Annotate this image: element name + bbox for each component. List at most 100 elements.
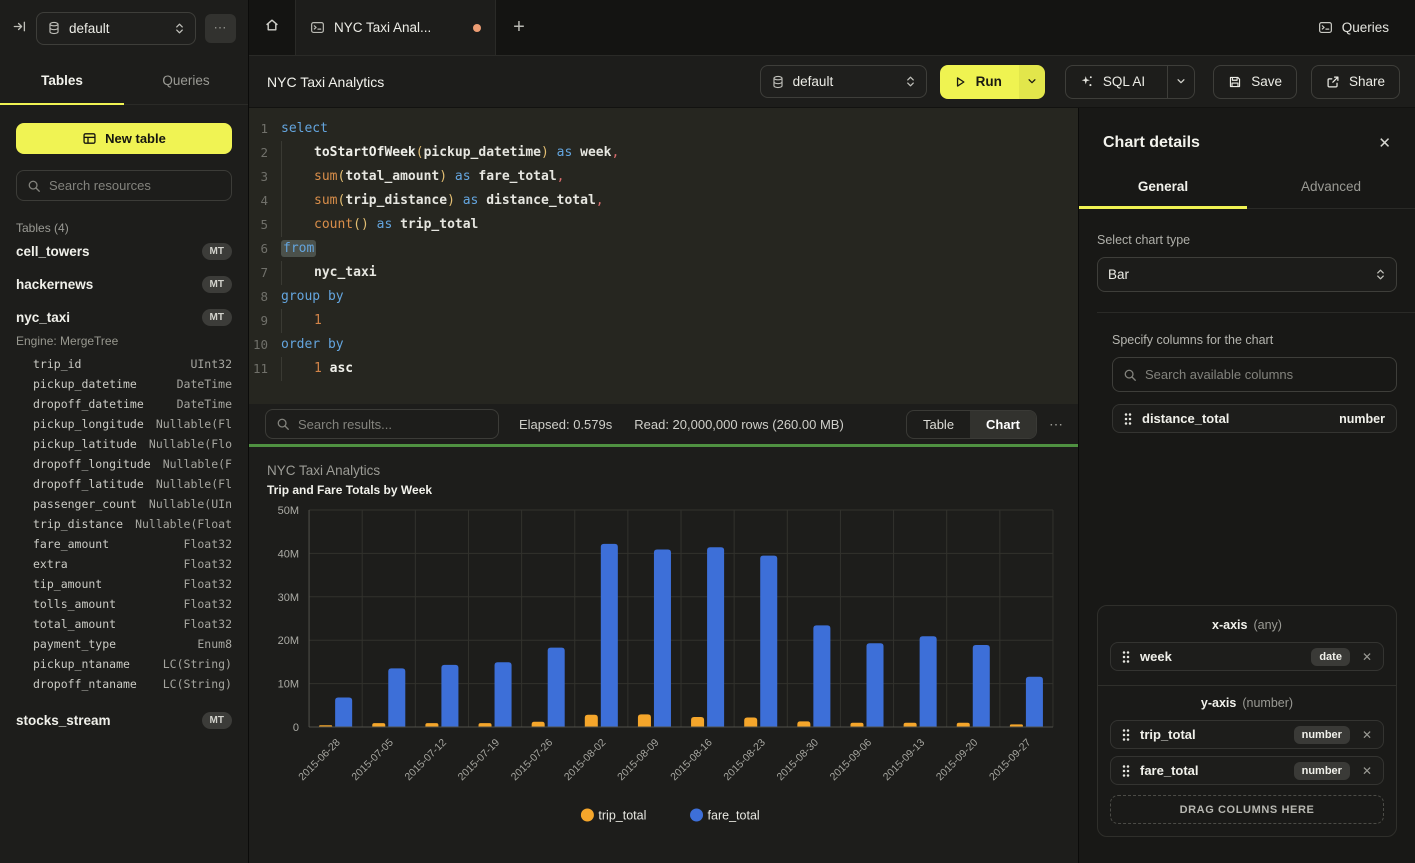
drag-handle-icon[interactable] (1122, 764, 1130, 778)
table-column-row[interactable]: dropoff_datetimeDateTime (33, 394, 232, 414)
collapse-sidebar-button[interactable] (12, 19, 27, 37)
code-line[interactable]: 6from (249, 237, 1078, 261)
results-search[interactable] (265, 409, 499, 439)
tab-general[interactable]: General (1079, 166, 1247, 208)
query-header: NYC Taxi Analytics default Run SQL (249, 56, 1415, 108)
home-icon (264, 17, 280, 38)
table-column-row[interactable]: fare_amountFloat32 (33, 534, 232, 554)
code-line[interactable]: 111 asc (249, 357, 1078, 381)
chart-view-button[interactable]: Chart (970, 411, 1036, 438)
results-more-button[interactable]: ⋯ (1049, 416, 1064, 433)
results-search-input[interactable] (298, 417, 488, 432)
column-name: pickup_latitude (33, 437, 137, 451)
close-icon[interactable]: ✕ (1378, 134, 1391, 152)
code-token: asc (330, 361, 353, 376)
remove-icon[interactable]: ✕ (1362, 764, 1372, 778)
table-column-row[interactable]: trip_idUInt32 (33, 354, 232, 374)
table-column-row[interactable]: total_amountFloat32 (33, 614, 232, 634)
x-axis-chip-week[interactable]: week date ✕ (1110, 642, 1384, 671)
table-column-row[interactable]: pickup_datetimeDateTime (33, 374, 232, 394)
drag-handle-icon[interactable] (1124, 412, 1132, 426)
sidebar-search-input[interactable] (49, 178, 221, 193)
code-line[interactable]: 4sum(trip_distance) as distance_total, (249, 189, 1078, 213)
drag-handle-icon[interactable] (1122, 728, 1130, 742)
table-column-row[interactable]: extraFloat32 (33, 554, 232, 574)
sql-editor[interactable]: 1select2toStartOfWeek(pickup_datetime) a… (249, 108, 1078, 404)
column-name: dropoff_latitude (33, 477, 144, 491)
drag-columns-drop-zone[interactable]: DRAG COLUMNS HERE (1110, 795, 1384, 824)
code-line[interactable]: 1select (249, 117, 1078, 141)
svg-text:2015-09-20: 2015-09-20 (934, 737, 981, 784)
results-bar-chart: 010M20M30M40M50M2015-06-282015-07-052015… (249, 447, 1078, 863)
new-table-button[interactable]: New table (16, 123, 232, 154)
column-type: Nullable(F (163, 457, 232, 471)
table-row-cell-towers[interactable]: cell_towers MT (16, 235, 232, 268)
code-token: from (281, 240, 316, 257)
table-row-nyc-taxi[interactable]: nyc_taxi MT (16, 301, 232, 334)
remove-icon[interactable]: ✕ (1362, 650, 1372, 664)
queries-link[interactable]: Queries (1318, 0, 1389, 55)
code-token (455, 193, 463, 208)
run-button[interactable]: Run (940, 65, 1019, 99)
columns-search-input[interactable] (1145, 367, 1386, 382)
header-database-selector[interactable]: default (760, 65, 927, 98)
new-tab-button[interactable]: + (496, 0, 542, 55)
available-column-distance-total[interactable]: distance_total number (1112, 404, 1397, 433)
code-line[interactable]: 10order by (249, 333, 1078, 357)
save-button[interactable]: Save (1213, 65, 1297, 99)
tab-nyc-taxi-analytics[interactable]: NYC Taxi Anal... (296, 0, 496, 55)
code-line[interactable]: 2toStartOfWeek(pickup_datetime) as week, (249, 141, 1078, 165)
table-column-row[interactable]: payment_typeEnum8 (33, 634, 232, 654)
table-column-row[interactable]: dropoff_latitudeNullable(Fl (33, 474, 232, 494)
column-name: trip_distance (33, 517, 123, 531)
svg-text:30M: 30M (278, 592, 299, 604)
code-token: distance_total (486, 193, 596, 208)
indent-guide (281, 141, 314, 165)
table-column-row[interactable]: pickup_ntanameLC(String) (33, 654, 232, 674)
code-line[interactable]: 91 (249, 309, 1078, 333)
sidebar-database-selector[interactable]: default (36, 12, 196, 45)
column-name: fare_amount (33, 537, 109, 551)
code-token: nyc_taxi (314, 265, 377, 280)
sidebar-tab-queries[interactable]: Queries (124, 56, 248, 104)
table-view-button[interactable]: Table (907, 411, 970, 438)
columns-search[interactable] (1112, 357, 1397, 392)
table-column-row[interactable]: pickup_longitudeNullable(Fl (33, 414, 232, 434)
y-axis-chip-trip-total[interactable]: trip_total number ✕ (1110, 720, 1384, 749)
svg-text:2015-09-27: 2015-09-27 (987, 737, 1034, 784)
specify-columns-label: Specify columns for the chart (1112, 333, 1397, 347)
chart-type-selector[interactable]: Bar (1097, 257, 1397, 292)
drag-handle-icon[interactable] (1122, 650, 1130, 664)
column-type: Float32 (184, 557, 232, 571)
tab-advanced[interactable]: Advanced (1247, 166, 1415, 208)
run-options-button[interactable] (1019, 65, 1045, 99)
share-button[interactable]: Share (1311, 65, 1400, 99)
code-token: as (455, 169, 471, 184)
table-column-row[interactable]: dropoff_ntanameLC(String) (33, 674, 232, 694)
code-line[interactable]: 3sum(total_amount) as fare_total, (249, 165, 1078, 189)
engine-badge: MT (202, 243, 232, 260)
code-line[interactable]: 8group by (249, 285, 1078, 309)
sidebar-search[interactable] (16, 170, 232, 201)
home-button[interactable] (249, 0, 296, 55)
table-column-row[interactable]: trip_distanceNullable(Float (33, 514, 232, 534)
remove-icon[interactable]: ✕ (1362, 728, 1372, 742)
query-title: NYC Taxi Analytics (267, 74, 384, 90)
code-line[interactable]: 5count() as trip_total (249, 213, 1078, 237)
table-column-row[interactable]: dropoff_longitudeNullable(F (33, 454, 232, 474)
table-row-stocks-stream[interactable]: stocks_stream MT (16, 704, 232, 737)
column-list: trip_idUInt32pickup_datetimeDateTimedrop… (33, 354, 232, 694)
chevron-down-icon (1027, 74, 1037, 89)
sidebar: default ⋯ Tables Queries New table Table… (0, 0, 249, 863)
sidebar-more-button[interactable]: ⋯ (205, 14, 236, 43)
table-column-row[interactable]: tolls_amountFloat32 (33, 594, 232, 614)
y-axis-chip-fare-total[interactable]: fare_total number ✕ (1110, 756, 1384, 785)
sql-ai-button[interactable]: SQL AI (1066, 66, 1158, 98)
table-column-row[interactable]: pickup_latitudeNullable(Flo (33, 434, 232, 454)
table-column-row[interactable]: passenger_countNullable(UIn (33, 494, 232, 514)
code-line[interactable]: 7nyc_taxi (249, 261, 1078, 285)
sql-ai-options-button[interactable] (1167, 66, 1194, 98)
sidebar-tab-tables[interactable]: Tables (0, 56, 124, 104)
table-column-row[interactable]: tip_amountFloat32 (33, 574, 232, 594)
table-row-hackernews[interactable]: hackernews MT (16, 268, 232, 301)
